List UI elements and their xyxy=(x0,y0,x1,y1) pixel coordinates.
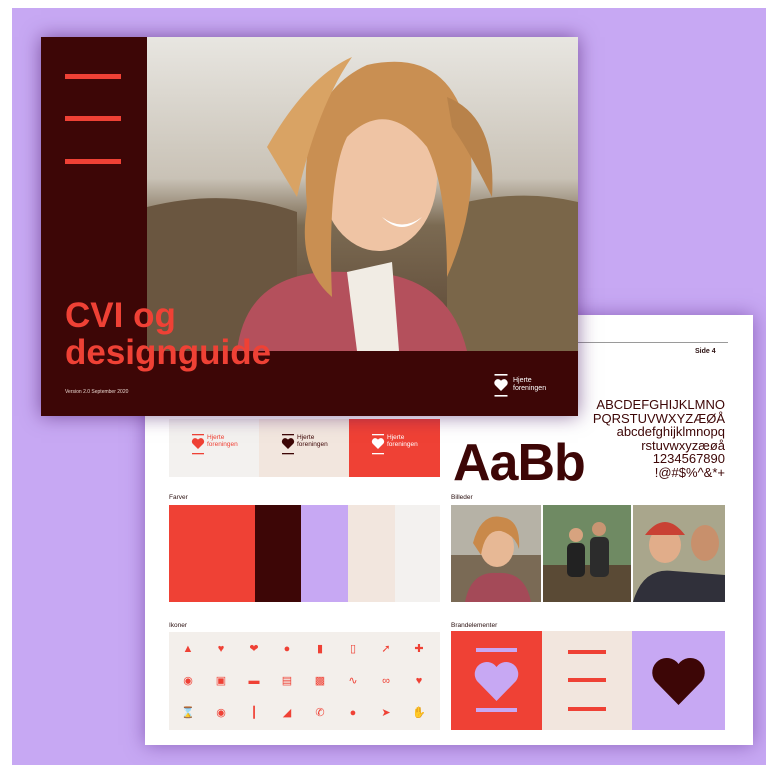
glyph-row: PQRSTUVWXYZÆØÅ xyxy=(592,410,725,426)
running-icon: ➤ xyxy=(381,707,391,719)
type-sample: AaBb xyxy=(453,434,586,492)
phone-icon: ✆ xyxy=(315,707,325,719)
heart-logo-icon xyxy=(371,434,385,455)
hourglass-icon: ⌛ xyxy=(181,707,195,719)
heart-icon: ♥ xyxy=(217,643,225,655)
heart-logo-icon xyxy=(474,648,519,712)
brand-bar xyxy=(65,74,121,79)
color-swatch-red xyxy=(169,505,255,602)
glyph-row: !@#$%^&*+ xyxy=(654,464,725,480)
clipboard-icon: ▤ xyxy=(281,675,293,687)
heart-logo-icon xyxy=(494,374,508,397)
section-label-images: Billeder xyxy=(451,494,473,501)
photo-couple-hugging xyxy=(633,505,725,602)
brand-element-heart-on-red xyxy=(451,631,542,730)
heart-logo-icon xyxy=(281,434,295,455)
section-label-colors: Farver xyxy=(169,494,188,501)
thermometer-icon: ┃ xyxy=(250,707,258,719)
medicine-bottle-icon: ▣ xyxy=(215,675,227,687)
color-swatch-dark-red xyxy=(255,505,301,602)
stethoscope-icon: ∞ xyxy=(382,675,390,687)
phone-heart-icon: ▯ xyxy=(349,643,357,655)
cover-logo-wordmark: Hjerte foreningen xyxy=(513,377,547,392)
logo-wordmark: Hjerte foreningen xyxy=(387,434,418,448)
logo-wordmark: Hjerte foreningen xyxy=(207,434,238,448)
heart-monitor-icon: ∿ xyxy=(348,675,358,687)
heart-organ-icon: ❤ xyxy=(249,643,259,655)
bandage-icon: ▮ xyxy=(316,643,324,655)
logo-wordmark: Hjerte foreningen xyxy=(297,434,328,448)
guide-cover: CVI og designguide Version 2.0 September… xyxy=(41,37,578,416)
color-swatch-light-gray xyxy=(395,505,440,602)
brand-element-heart-on-lilac xyxy=(632,631,725,730)
image-gallery xyxy=(451,505,725,602)
brand-bar xyxy=(65,116,121,121)
logo-on-beige: Hjerte foreningen xyxy=(259,419,349,477)
glyph-set: ABCDEFGHIJKLMNO PQRSTUVWXYZÆØÅ abcdefghi… xyxy=(583,398,725,480)
logo-on-red: Hjerte foreningen xyxy=(349,419,440,477)
eye-icon: ◉ xyxy=(216,707,226,719)
heart-logo-icon xyxy=(191,434,205,455)
yoga-icon: ▲ xyxy=(182,643,194,655)
color-swatch-beige xyxy=(348,505,395,602)
patient-bed-icon: ▬ xyxy=(248,675,260,687)
photo-woman-laughing xyxy=(451,505,541,602)
doctor-icon: ● xyxy=(283,643,291,655)
version-text: Version 2.0 September 2020 xyxy=(65,389,129,395)
cover-title: CVI og designguide xyxy=(65,296,272,372)
glyph-row: rstuvwxyzæøå xyxy=(641,437,725,453)
color-swatch-lilac xyxy=(301,505,348,602)
header-rule xyxy=(570,342,728,343)
page-number: Side 4 xyxy=(695,348,716,355)
syringe-icon: ➚ xyxy=(381,643,391,655)
glyph-row: abcdefghijklmnopq xyxy=(616,424,725,440)
bars-icon xyxy=(568,650,606,711)
pills-icon: ◉ xyxy=(183,675,193,687)
photo-couple-walking xyxy=(543,505,631,602)
helping-hand-icon: ✋ xyxy=(412,707,426,719)
logo-on-light: Hjerte foreningen xyxy=(169,419,259,477)
first-aid-cross-icon: ✚ xyxy=(414,643,424,655)
glyph-row: ABCDEFGHIJKLMNO xyxy=(596,397,725,412)
glyph-row: 1234567890 xyxy=(652,451,725,467)
logo-variants: Hjerte foreningen Hjerte foreningen Hjer… xyxy=(169,419,440,477)
capsules-icon: ● xyxy=(349,707,357,719)
first-aid-kit-icon: ▩ xyxy=(314,675,326,687)
person-reading-icon: ◢ xyxy=(282,707,292,719)
brand-element-bars xyxy=(542,631,632,730)
background-canvas: Side 4 Hjerte foreningen Hjerte forening… xyxy=(12,8,766,765)
brand-bar xyxy=(65,159,121,164)
heart-icon xyxy=(652,657,705,705)
heart-plus-icon: ♥ xyxy=(415,675,423,687)
icon-set: ▲ ♥ ❤ ● ▮ ▯ ➚ ✚ ◉ ▣ ▬ ▤ ▩ ∿ ∞ ♥ ⌛ ◉ ┃ ◢ … xyxy=(169,632,440,730)
section-label-brand: Brandelementer xyxy=(451,622,498,629)
section-label-icons: Ikoner xyxy=(169,622,188,629)
